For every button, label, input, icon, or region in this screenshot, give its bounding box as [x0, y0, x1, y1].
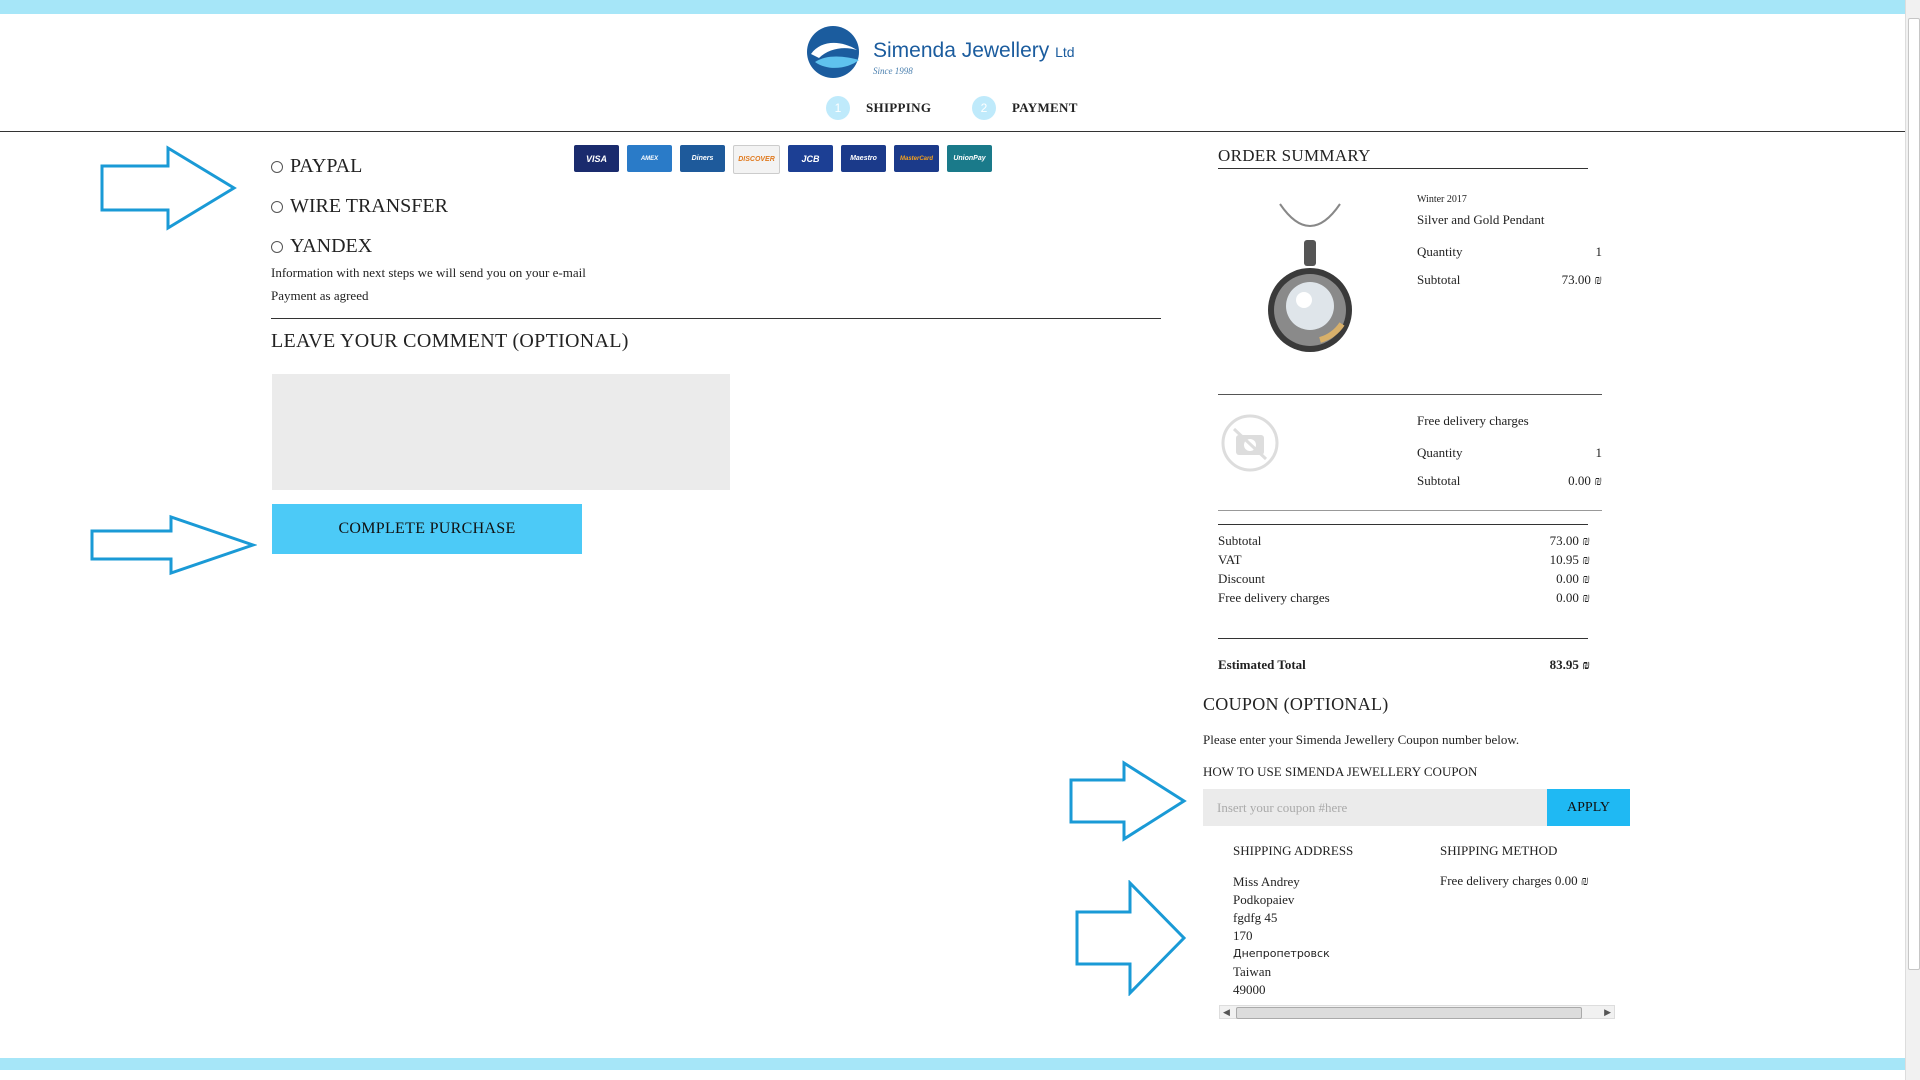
bottom-accent-bar: [0, 1058, 1905, 1070]
address-line: 170: [1233, 928, 1253, 943]
order-summary-title: ORDER SUMMARY: [1218, 146, 1371, 165]
totals-divider: [1218, 638, 1588, 639]
quantity-label: Quantity: [1417, 244, 1463, 259]
comment-textarea[interactable]: [272, 374, 730, 490]
brand-name: Simenda Jewellery Ltd: [873, 39, 1075, 62]
payment-option-wire-transfer[interactable]: WIRE TRANSFER: [271, 195, 448, 218]
logo-mark-icon: [807, 26, 859, 78]
card-logos: VISA AMEX Diners DISCOVER JCB Maestro Ma…: [574, 145, 992, 174]
payment-option-yandex[interactable]: YANDEX: [271, 235, 372, 258]
top-accent-bar: [0, 0, 1905, 14]
arrow-right-icon: [100, 145, 237, 231]
amex-card-icon: AMEX: [627, 145, 672, 172]
subtotal-label: Subtotal: [1417, 473, 1461, 488]
jcb-card-icon: JCB: [788, 145, 833, 172]
complete-purchase-button[interactable]: COMPLETE PURCHASE: [272, 504, 582, 554]
radio-button[interactable]: [271, 200, 283, 213]
address-line: fgdfg 45: [1233, 910, 1278, 925]
comment-title: LEAVE YOUR COMMENT (OPTIONAL): [271, 330, 629, 352]
total-row-value: 0.00 ₪: [1556, 590, 1590, 605]
header-divider: [0, 131, 1905, 132]
brand-since: Since 1998: [873, 66, 913, 76]
mastercard-card-icon: MasterCard: [894, 145, 939, 172]
scrollbar-thumb[interactable]: [1908, 18, 1920, 970]
shipping-address-title: SHIPPING ADDRESS: [1233, 843, 1354, 858]
summary-divider: [1218, 168, 1588, 169]
radio-button[interactable]: [271, 240, 283, 253]
visa-card-icon: VISA: [574, 145, 619, 172]
subtotal-value: 0.00 ₪: [1568, 473, 1602, 488]
step-label: SHIPPING: [866, 100, 932, 115]
coupon-description: Please enter your Simenda Jewellery Coup…: [1203, 732, 1520, 747]
payment-info-text: Information with next steps we will send…: [271, 265, 586, 280]
payment-option-paypal[interactable]: PAYPAL: [271, 155, 362, 178]
step-payment[interactable]: 2 PAYMENT: [972, 96, 1078, 120]
item-divider: [1218, 394, 1602, 395]
payment-info-text-2: Payment as agreed: [271, 288, 369, 303]
radio-button[interactable]: [271, 160, 283, 173]
scroll-left-icon[interactable]: ◀: [1223, 1006, 1230, 1018]
quantity-label: Quantity: [1417, 445, 1463, 460]
no-image-camera-icon: [1221, 414, 1279, 472]
step-label: PAYMENT: [1012, 100, 1078, 115]
vertical-scrollbar[interactable]: [1905, 0, 1920, 1080]
item-name: Free delivery charges: [1417, 413, 1529, 428]
section-divider: [271, 318, 1161, 319]
address-line: Taiwan: [1233, 964, 1272, 979]
quantity-value: 1: [1595, 445, 1603, 460]
address-line: Miss Andrey: [1233, 874, 1300, 889]
total-row-value: 0.00 ₪: [1556, 571, 1590, 586]
arrow-right-icon: [1069, 760, 1187, 842]
address-line: Podkopaiev: [1233, 892, 1295, 907]
item-collection: Winter 2017: [1417, 194, 1467, 205]
subtotal-value: 73.00 ₪: [1561, 272, 1602, 287]
total-row-label: Free delivery charges: [1218, 590, 1330, 605]
shipping-method-value: Free delivery charges 0.00 ₪: [1440, 873, 1589, 888]
scroll-right-icon[interactable]: ▶: [1604, 1006, 1611, 1018]
arrow-right-icon: [1075, 880, 1187, 996]
maestro-card-icon: Maestro: [841, 145, 886, 172]
step-shipping[interactable]: 1 SHIPPING: [826, 96, 931, 120]
step-number: 2: [972, 96, 996, 120]
payment-option-label: PAYPAL: [290, 155, 363, 177]
totals-divider: [1218, 524, 1588, 525]
address-line: Днепропетровск: [1233, 947, 1330, 960]
discover-card-icon: DISCOVER: [733, 145, 780, 174]
coupon-title: COUPON (OPTIONAL): [1203, 694, 1389, 714]
shipping-address: Miss Andrey Podkopaiev fgdfg 45 170 Днеп…: [1233, 873, 1330, 999]
shipping-method-title: SHIPPING METHOD: [1440, 843, 1558, 858]
total-row-value: 10.95 ₪: [1549, 552, 1590, 567]
address-line: 49000: [1233, 982, 1266, 997]
step-number: 1: [826, 96, 850, 120]
item-divider: [1218, 510, 1602, 511]
diners-card-icon: Diners: [680, 145, 725, 172]
estimated-total-value: 83.95 ₪: [1549, 657, 1590, 672]
apply-coupon-button[interactable]: APPLY: [1547, 789, 1630, 826]
total-row-value: 73.00 ₪: [1549, 533, 1590, 548]
pendant-product-image[interactable]: [1260, 200, 1360, 365]
brand-logo[interactable]: Simenda Jewellery Ltd Since 1998: [805, 24, 1085, 80]
item-name[interactable]: Silver and Gold Pendant: [1417, 212, 1544, 228]
quantity-value: 1: [1595, 244, 1603, 259]
payment-option-label: WIRE TRANSFER: [290, 195, 448, 217]
coupon-howto-link[interactable]: HOW TO USE SIMENDA JEWELLERY COUPON: [1203, 764, 1477, 780]
arrow-right-icon: [90, 514, 257, 576]
subtotal-label: Subtotal: [1417, 272, 1461, 287]
payment-option-label: YANDEX: [290, 235, 373, 257]
estimated-total-label: Estimated Total: [1218, 657, 1306, 672]
total-row-label: Subtotal: [1218, 533, 1262, 548]
unionpay-card-icon: UnionPay: [947, 145, 992, 172]
horizontal-scrollbar[interactable]: ◀ ▶: [1219, 1005, 1615, 1019]
coupon-input[interactable]: [1203, 789, 1547, 826]
total-row-label: Discount: [1218, 571, 1265, 586]
total-row-label: VAT: [1218, 552, 1242, 567]
scrollbar-thumb[interactable]: [1236, 1007, 1582, 1019]
